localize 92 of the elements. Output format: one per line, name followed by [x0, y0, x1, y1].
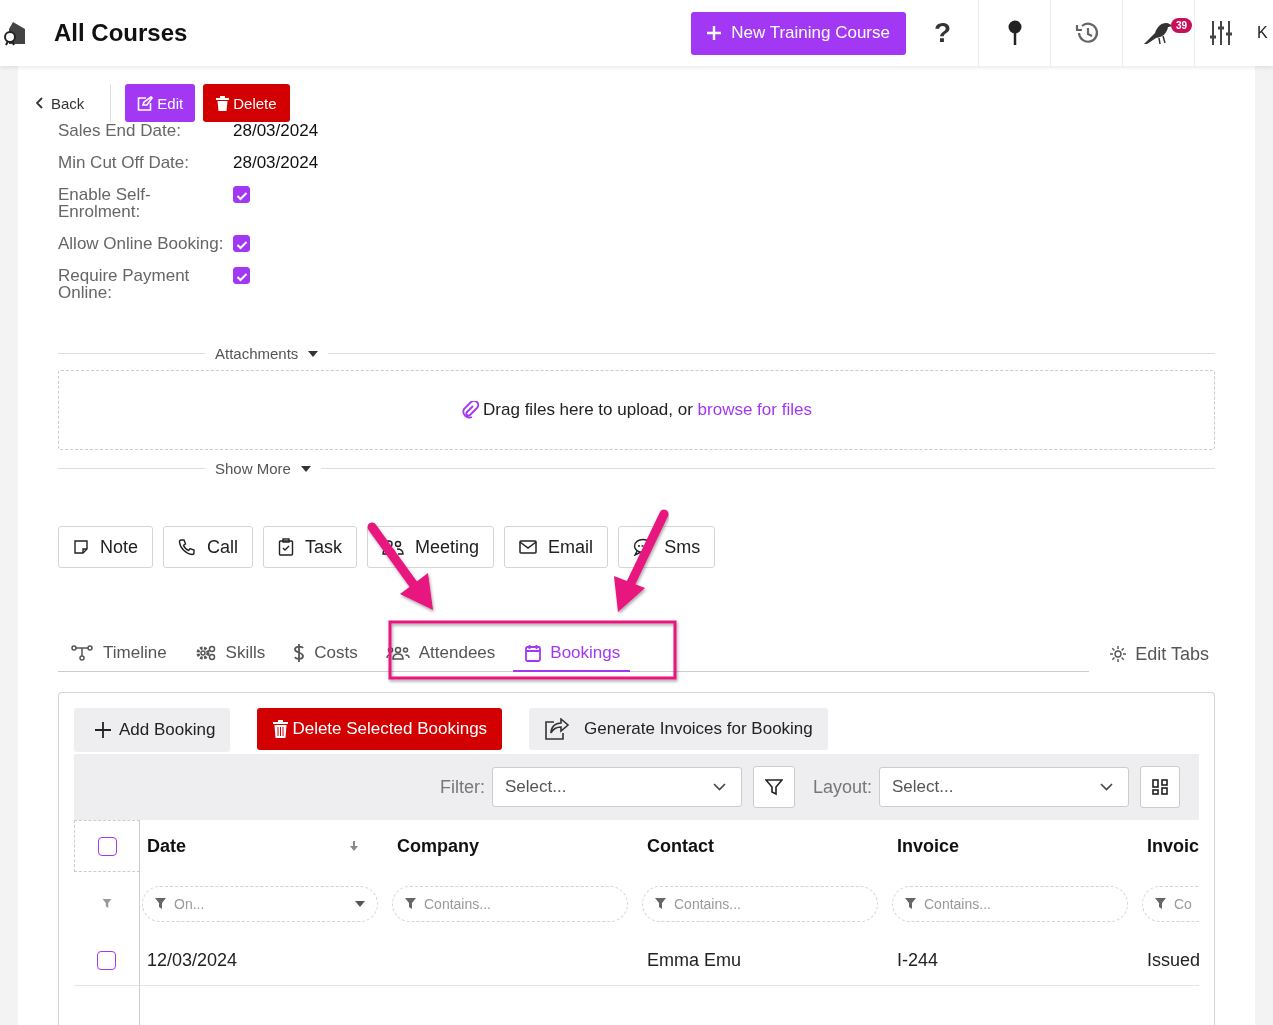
- caret-icon[interactable]: [300, 465, 311, 472]
- filter-label: Filter:: [439, 776, 485, 798]
- user-initial[interactable]: K: [1257, 24, 1273, 42]
- funnel-icon: [155, 898, 166, 909]
- notification-badge: 39: [1171, 18, 1193, 33]
- table-cell: I-244: [897, 949, 939, 971]
- edit-icon: [137, 95, 154, 111]
- field-value: 28/03/2024: [233, 154, 320, 171]
- filter-button[interactable]: [752, 766, 795, 808]
- people-icon: [385, 644, 410, 661]
- column-header[interactable]: Contact: [647, 835, 890, 857]
- activity-button[interactable]: Meeting: [367, 526, 495, 568]
- funnel-icon: [1155, 898, 1166, 909]
- layout-select[interactable]: Select...: [879, 767, 1129, 807]
- envelope-icon: [519, 540, 538, 554]
- house-icon: [3, 20, 27, 46]
- edit-tabs-button[interactable]: Edit Tabs: [1109, 636, 1215, 672]
- activity-button[interactable]: Sms: [618, 526, 716, 568]
- gears-icon: [194, 643, 217, 662]
- layout-label: Layout:: [812, 776, 872, 798]
- page-title: All Courses: [54, 19, 188, 47]
- tab[interactable]: Attendees: [383, 635, 500, 672]
- chevron-left-icon: [36, 97, 43, 109]
- show-more-toggle[interactable]: Show More: [215, 460, 291, 477]
- caret-icon: [355, 900, 365, 907]
- generate-invoices-button[interactable]: Generate Invoices for Booking: [529, 708, 828, 750]
- share-icon: [544, 718, 571, 740]
- checkbox[interactable]: [97, 950, 116, 970]
- tab[interactable]: Timeline: [68, 635, 171, 672]
- sliders-icon[interactable]: [1209, 20, 1233, 46]
- funnel-icon: [405, 898, 416, 909]
- paperclip-icon: [461, 401, 480, 419]
- settings-icon: [1109, 645, 1128, 663]
- field-value: 28/03/2024: [233, 122, 320, 139]
- people-icon: [382, 539, 405, 555]
- field-label: Enable Self-Enrolment:: [58, 186, 152, 220]
- funnel-icon: [905, 898, 916, 909]
- timeline-icon: [70, 643, 94, 662]
- activity-button[interactable]: Email: [504, 526, 609, 568]
- funnel-icon: [101, 899, 112, 908]
- field-label: Require Payment Online:: [58, 267, 191, 301]
- tab[interactable]: Costs: [291, 635, 362, 672]
- tab[interactable]: Bookings: [513, 635, 631, 672]
- field-label: Sales End Date:: [58, 122, 182, 139]
- section-label[interactable]: Attachments: [215, 345, 299, 362]
- column-header[interactable]: Invoic: [1147, 835, 1199, 857]
- checkbox[interactable]: [233, 235, 250, 252]
- filter-select[interactable]: Select...: [491, 767, 742, 807]
- activity-button[interactable]: Task: [263, 526, 358, 568]
- help-button[interactable]: ?: [933, 17, 952, 49]
- funnel-icon: [655, 898, 666, 909]
- table-cell: Emma Emu: [647, 949, 742, 971]
- edit-button[interactable]: Edit: [125, 84, 196, 122]
- chevron-down-icon: [1100, 783, 1113, 791]
- back-button[interactable]: Back: [30, 84, 91, 122]
- history-icon[interactable]: [1073, 21, 1100, 45]
- delete-button[interactable]: Delete: [203, 84, 290, 122]
- activity-button[interactable]: Note: [58, 526, 154, 568]
- chevron-down-icon: [712, 783, 726, 791]
- grid-icon: [1152, 779, 1168, 795]
- plus-icon: [707, 26, 722, 40]
- column-header[interactable]: Date: [147, 835, 350, 857]
- file-drop-zone[interactable]: Drag files here to upload, or browse for files: [58, 370, 1215, 450]
- plus-icon: [95, 722, 111, 738]
- new-training-course-button[interactable]: New Training Course: [691, 11, 906, 55]
- checkbox[interactable]: [97, 836, 117, 856]
- sort-arrow-icon[interactable]: [350, 841, 358, 851]
- grid-view-button[interactable]: [1140, 766, 1180, 808]
- delete-bookings-button[interactable]: Delete Selected Bookings: [257, 708, 503, 750]
- upload-instruction: Drag files here to upload, or browse for files: [483, 400, 812, 420]
- activity-button[interactable]: Call: [163, 526, 254, 568]
- browse-link[interactable]: browse for files: [697, 400, 812, 419]
- note-icon: [73, 539, 89, 555]
- checkbox[interactable]: [233, 186, 250, 203]
- caret-icon[interactable]: [308, 350, 319, 357]
- trash-icon: [273, 720, 289, 738]
- add-booking-button[interactable]: Add Booking: [74, 708, 231, 752]
- field-label: Min Cut Off Date:: [58, 154, 190, 171]
- checkbox[interactable]: [233, 267, 250, 284]
- clipboard-icon: [278, 538, 295, 556]
- field-label: Allow Online Booking:: [58, 235, 225, 252]
- funnel-icon: [764, 778, 783, 796]
- column-header[interactable]: Company: [397, 835, 640, 857]
- calendar-icon: [525, 643, 542, 662]
- table-cell: 12/03/2024: [147, 949, 238, 971]
- pin-icon[interactable]: [1006, 20, 1023, 46]
- phone-icon: [178, 538, 197, 556]
- column-header[interactable]: Invoice: [897, 835, 1140, 857]
- dollar-icon: [293, 642, 306, 663]
- trash-icon: [216, 95, 230, 111]
- table-cell: Issued: [1147, 949, 1199, 971]
- tab[interactable]: Skills: [192, 635, 270, 672]
